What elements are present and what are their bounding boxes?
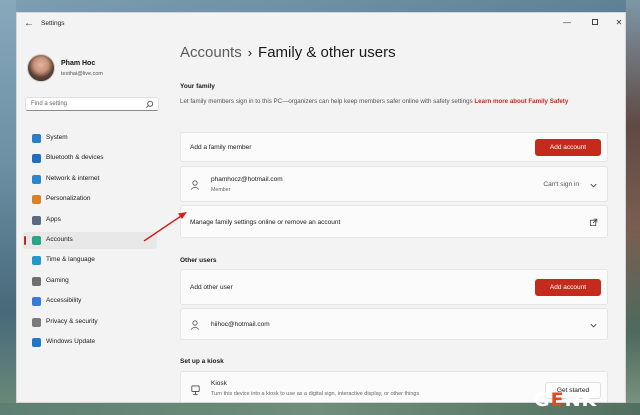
add-other-user-label: Add other user: [190, 284, 233, 291]
wifi-icon: [32, 174, 41, 184]
add-other-account-button[interactable]: Add account: [535, 279, 601, 296]
shield-icon: [32, 317, 41, 327]
family-member-role: Member: [211, 187, 231, 193]
title-bar: ← Settings — ✕: [17, 13, 625, 35]
chevron-down-icon[interactable]: [589, 181, 598, 190]
family-member-email: phamhocz@hotmail.com: [211, 176, 283, 183]
breadcrumb-separator: ›: [247, 45, 253, 60]
page-title: Family & other users: [258, 44, 396, 61]
breadcrumb-root[interactable]: Accounts: [180, 44, 242, 61]
search-icon: [146, 100, 154, 108]
family-description-text: Let family members sign in to this PC—or…: [180, 98, 473, 105]
sidebar-item-network-internet[interactable]: Network & internet: [23, 171, 157, 188]
active-indicator: [24, 236, 26, 245]
person-icon: [32, 236, 41, 245]
sidebar-item-system[interactable]: System: [23, 130, 157, 147]
sidebar-item-label: Network & internet: [46, 174, 100, 182]
sidebar-item-label: Accounts: [46, 236, 73, 243]
learn-more-link[interactable]: Learn more about Family Safety: [474, 98, 568, 105]
desktop-wallpaper-left: [0, 0, 16, 415]
sidebar-item-apps[interactable]: Apps: [23, 212, 157, 229]
external-link-icon: [589, 218, 598, 227]
sidebar-item-label: Windows Update: [46, 338, 96, 345]
minimize-icon[interactable]: —: [559, 16, 575, 30]
annotation-arrow: [143, 212, 187, 242]
apps-icon: [32, 215, 41, 225]
family-member-status: Can't sign in: [543, 181, 579, 188]
add-family-account-button[interactable]: Add account: [535, 139, 601, 156]
sidebar-item-accounts[interactable]: Accounts: [23, 232, 157, 249]
sidebar-item-label: Apps: [46, 215, 61, 223]
sidebar-item-label: Time & language: [46, 256, 95, 264]
accessibility-icon: [32, 297, 41, 307]
update-icon: [32, 338, 41, 347]
sidebar-item-label: Accessibility: [46, 297, 82, 305]
avatar[interactable]: [27, 54, 55, 82]
main-content: Accounts › Family & other users Your famil…: [167, 35, 625, 402]
other-user-row[interactable]: hiihoc@hotmail.com: [180, 308, 608, 340]
globe-clock-icon: [32, 256, 41, 266]
brush-icon: [32, 195, 41, 205]
family-description: Let family members sign in to this PC—or…: [180, 97, 610, 106]
user-name: Pham Hoc: [61, 60, 96, 67]
section-title-other-users: Other users: [180, 257, 217, 264]
chevron-down-icon[interactable]: [589, 321, 598, 330]
kiosk-description: Turn this device into a kiosk to use as …: [211, 391, 420, 397]
manage-family-label: Manage family settings online or remove …: [190, 219, 341, 226]
other-user-email: hiihoc@hotmail.com: [211, 321, 270, 328]
settings-window: ← Settings — ✕ Pham Hoc texthai@live.com…: [16, 12, 626, 403]
search-input[interactable]: Find a setting: [25, 97, 159, 111]
gamepad-icon: [32, 276, 41, 286]
kiosk-title: Kiosk: [211, 380, 227, 387]
section-title-kiosk: Set up a kiosk: [180, 358, 224, 365]
kiosk-icon: [191, 385, 200, 396]
manage-family-card[interactable]: Manage family settings online or remove …: [180, 205, 608, 238]
sidebar-item-label: Personalization: [46, 195, 91, 203]
bluetooth-icon: [32, 154, 41, 164]
genk-watermark-logo: GENK: [522, 388, 628, 412]
sidebar-item-label: System: [46, 134, 68, 141]
user-email: texthai@live.com: [61, 71, 103, 77]
sidebar-item-bluetooth-devices[interactable]: Bluetooth & devices: [23, 150, 157, 167]
app-title: Settings: [41, 20, 65, 27]
breadcrumb: Accounts › Family & other users: [180, 44, 396, 61]
sidebar-item-accessibility[interactable]: Accessibility: [23, 293, 157, 310]
add-other-user-card: Add other user Add account: [180, 269, 608, 305]
sidebar-item-label: Gaming: [46, 276, 69, 284]
person-icon: [190, 180, 200, 190]
sidebar-item-personalization[interactable]: Personalization: [23, 191, 157, 208]
close-icon[interactable]: ✕: [611, 16, 625, 30]
sidebar-item-time-language[interactable]: Time & language: [23, 252, 157, 269]
maximize-icon[interactable]: [587, 16, 603, 30]
sidebar-item-gaming[interactable]: Gaming: [23, 273, 157, 290]
family-member-row[interactable]: phamhocz@hotmail.com Member Can't sign i…: [180, 166, 608, 202]
back-arrow-icon[interactable]: ←: [22, 17, 36, 31]
sidebar-item-windows-update[interactable]: Windows Update: [23, 334, 157, 351]
sidebar-item-label: Privacy & security: [46, 317, 98, 325]
sidebar-item-privacy-security[interactable]: Privacy & security: [23, 314, 157, 331]
sidebar-item-label: Bluetooth & devices: [46, 154, 104, 162]
add-family-member-card: Add a family member Add account: [180, 132, 608, 162]
desktop-wallpaper-right: [626, 0, 640, 415]
section-title-family: Your family: [180, 83, 215, 90]
add-family-member-label: Add a family member: [190, 144, 252, 151]
watermark-text: GENK: [534, 389, 598, 411]
monitor-icon: [32, 134, 41, 143]
search-placeholder: Find a setting: [31, 101, 68, 107]
person-icon: [190, 320, 200, 330]
